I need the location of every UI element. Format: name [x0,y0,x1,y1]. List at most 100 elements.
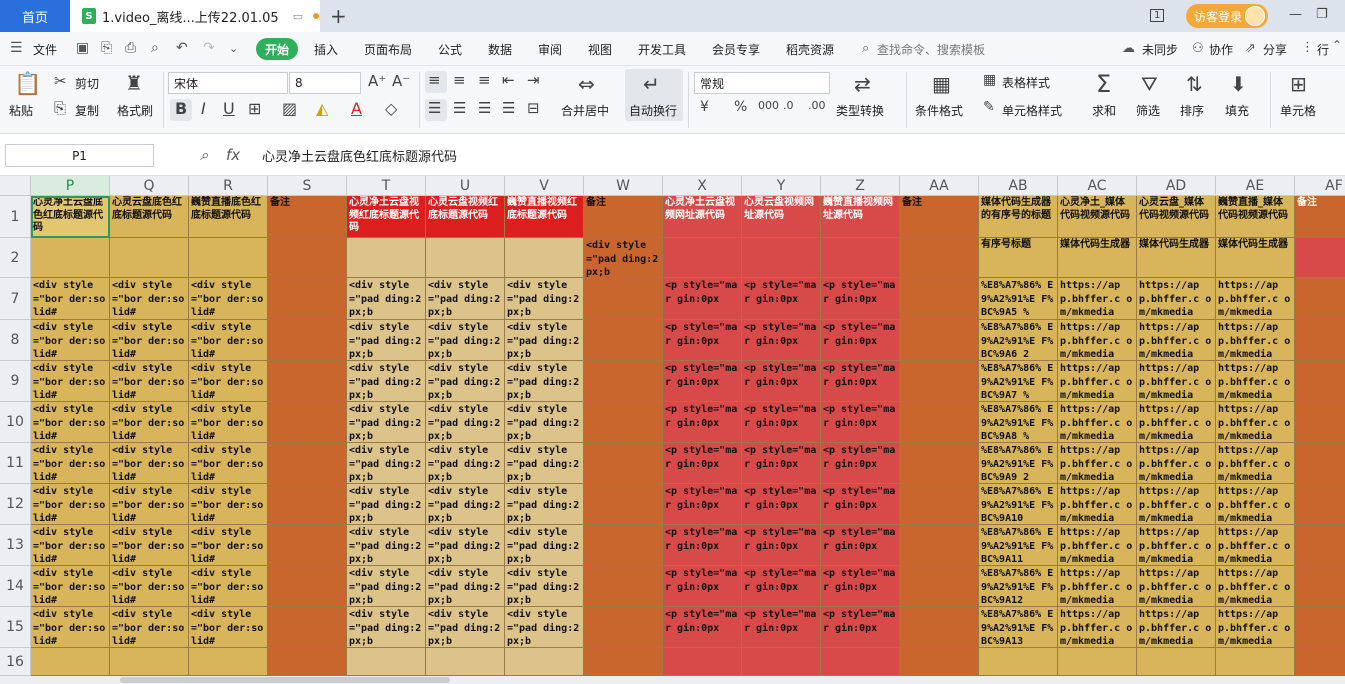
quick-access-dropdown-icon[interactable]: ⌄ [229,42,238,55]
cell-y9[interactable]: <p style="mar gin:0px [742,361,821,402]
cell-w13[interactable] [584,525,663,566]
cell-t15[interactable]: <div style="pad ding:2px;b [347,607,426,648]
cell-t2[interactable] [347,238,426,278]
align-bottom-icon[interactable]: ≡ [478,71,491,89]
cell-aa7[interactable] [900,278,979,320]
cell-t8[interactable]: <div style="pad ding:2px;b [347,320,426,361]
cell-ab11[interactable]: %E8%A7%86% E9%A2%91%E F%BC%9A9 2 [979,443,1058,484]
filter-icon[interactable]: ⛛ [1141,72,1158,96]
cell-p11[interactable]: <div style="bor der:solid# [31,443,110,484]
cell-s11[interactable] [268,443,347,484]
cell-style-icon[interactable]: ✎ [983,99,995,115]
guest-login-button[interactable]: 访客登录 [1186,4,1268,28]
wrap-text-button[interactable]: 自动换行 [629,102,677,119]
cell-s7[interactable] [268,278,347,320]
cell-ab12[interactable]: %E8%A7%86% E9%A2%91%E F%BC%9A10 [979,484,1058,525]
row-header-15[interactable]: 15 [0,607,31,648]
cell-ad2[interactable]: 媒体代码生成器 [1137,238,1216,278]
col-header-v[interactable]: V [505,176,584,196]
justify-icon[interactable]: ☰ [502,99,515,117]
cell-ac1[interactable]: 心灵净土_媒体代码视频源代码 [1058,196,1137,238]
cell-v7[interactable]: <div style="pad ding:2px;b [505,278,584,320]
cell-ab10[interactable]: %E8%A7%86% E9%A2%91%E F%BC%9A8 % [979,402,1058,443]
cell-q10[interactable]: <div style="bor der:solid# [110,402,189,443]
cell-ab7[interactable]: %E8%A7%86% E9%A2%91%E F%BC%9A5 % [979,278,1058,320]
underline-icon[interactable]: U [223,99,235,118]
cell-r16[interactable] [189,648,268,676]
bold-icon[interactable]: B [175,99,187,118]
fill-pattern-icon[interactable]: ▨ [282,99,297,118]
col-header-y[interactable]: Y [742,176,821,196]
cell-aa15[interactable] [900,607,979,648]
col-header-aa[interactable]: AA [900,176,979,196]
tab-developer[interactable]: 开发工具 [638,41,686,58]
row-header-8[interactable]: 8 [0,320,31,361]
cell-p16[interactable] [31,648,110,676]
table-style-icon[interactable]: ▦ [983,72,996,88]
cell-aa8[interactable] [900,320,979,361]
collapse-ribbon-icon[interactable]: ⌃ [1332,38,1342,52]
copy-icon[interactable]: ⎘ [54,99,66,117]
cell-r7[interactable]: <div style="bor der:solid# [189,278,268,320]
cell-u9[interactable]: <div style="pad ding:2px;b [426,361,505,402]
cell-af15[interactable] [1295,607,1345,648]
cell-ae15[interactable]: https://ap p.bhffer.c om/mkmedia [1216,607,1295,648]
align-right-icon[interactable]: ☰ [478,99,491,117]
cell-p14[interactable]: <div style="bor der:solid# [31,566,110,607]
select-all-corner[interactable] [0,176,31,196]
menu-file[interactable]: 文件 [33,41,57,58]
cell-aa2[interactable] [900,238,979,278]
cell-v9[interactable]: <div style="pad ding:2px;b [505,361,584,402]
tab-page-layout[interactable]: 页面布局 [364,41,412,58]
cell-ab2[interactable]: 有序号标题 [979,238,1058,278]
cell-ab16[interactable] [979,648,1058,676]
cell-y11[interactable]: <p style="mar gin:0px [742,443,821,484]
clear-format-icon[interactable]: ◇ [385,99,397,118]
col-header-r[interactable]: R [189,176,268,196]
cell-u13[interactable]: <div style="pad ding:2px;b [426,525,505,566]
cell-x8[interactable]: <p style="mar gin:0px [663,320,742,361]
row-header-14[interactable]: 14 [0,566,31,607]
col-header-af[interactable]: AF [1295,176,1345,196]
cell-s10[interactable] [268,402,347,443]
cell-ae9[interactable]: https://ap p.bhffer.c om/mkmedia [1216,361,1295,402]
cell-q9[interactable]: <div style="bor der:solid# [110,361,189,402]
export-pdf-icon[interactable]: ⎘ [101,40,112,56]
sort-icon[interactable]: ⇅ [1186,72,1203,96]
paste-icon[interactable]: 📋 [14,72,41,97]
cell-w7[interactable] [584,278,663,320]
cell-v10[interactable]: <div style="pad ding:2px;b [505,402,584,443]
cell-r12[interactable]: <div style="bor der:solid# [189,484,268,525]
cell-t12[interactable]: <div style="pad ding:2px;b [347,484,426,525]
cell-icon[interactable]: ⊞ [1290,72,1307,96]
save-icon[interactable]: ▣ [76,40,89,56]
cell-ab14[interactable]: %E8%A7%86% E9%A2%91%E F%BC%9A12 [979,566,1058,607]
cell-s14[interactable] [268,566,347,607]
row-header-9[interactable]: 9 [0,361,31,402]
cell-ae14[interactable]: https://ap p.bhffer.c om/mkmedia [1216,566,1295,607]
cell-p8[interactable]: <div style="bor der:solid# [31,320,110,361]
redo-icon[interactable]: ↷ [203,40,215,56]
cell-x13[interactable]: <p style="mar gin:0px [663,525,742,566]
format-painter-icon[interactable]: ♜ [125,71,143,95]
cell-p7[interactable]: <div style="bor der:solid# [31,278,110,320]
cell-ab9[interactable]: %E8%A7%86% E9%A2%91%E F%BC%9A7 % [979,361,1058,402]
col-header-z[interactable]: Z [821,176,900,196]
cell-button[interactable]: 单元格 [1280,102,1316,119]
cell-ac12[interactable]: https://ap p.bhffer.c om/mkmedia [1058,484,1137,525]
cell-ac15[interactable]: https://ap p.bhffer.c om/mkmedia [1058,607,1137,648]
cell-r9[interactable]: <div style="bor der:solid# [189,361,268,402]
tab-monitor-icon[interactable]: ▭ [293,10,303,23]
new-tab-button[interactable]: + [330,4,347,28]
decrease-decimal-icon[interactable]: .00 [808,99,826,112]
merge-center-button[interactable]: 合并居中 [561,102,609,119]
cell-ae12[interactable]: https://ap p.bhffer.c om/mkmedia [1216,484,1295,525]
cell-x9[interactable]: <p style="mar gin:0px [663,361,742,402]
cell-aa14[interactable] [900,566,979,607]
unsynced-button[interactable]: 未同步 [1142,41,1178,58]
cell-z7[interactable]: <p style="mar gin:0px [821,278,900,320]
cell-y14[interactable]: <p style="mar gin:0px [742,566,821,607]
row-header-12[interactable]: 12 [0,484,31,525]
cell-ac9[interactable]: https://ap p.bhffer.c om/mkmedia [1058,361,1137,402]
cell-af10[interactable] [1295,402,1345,443]
